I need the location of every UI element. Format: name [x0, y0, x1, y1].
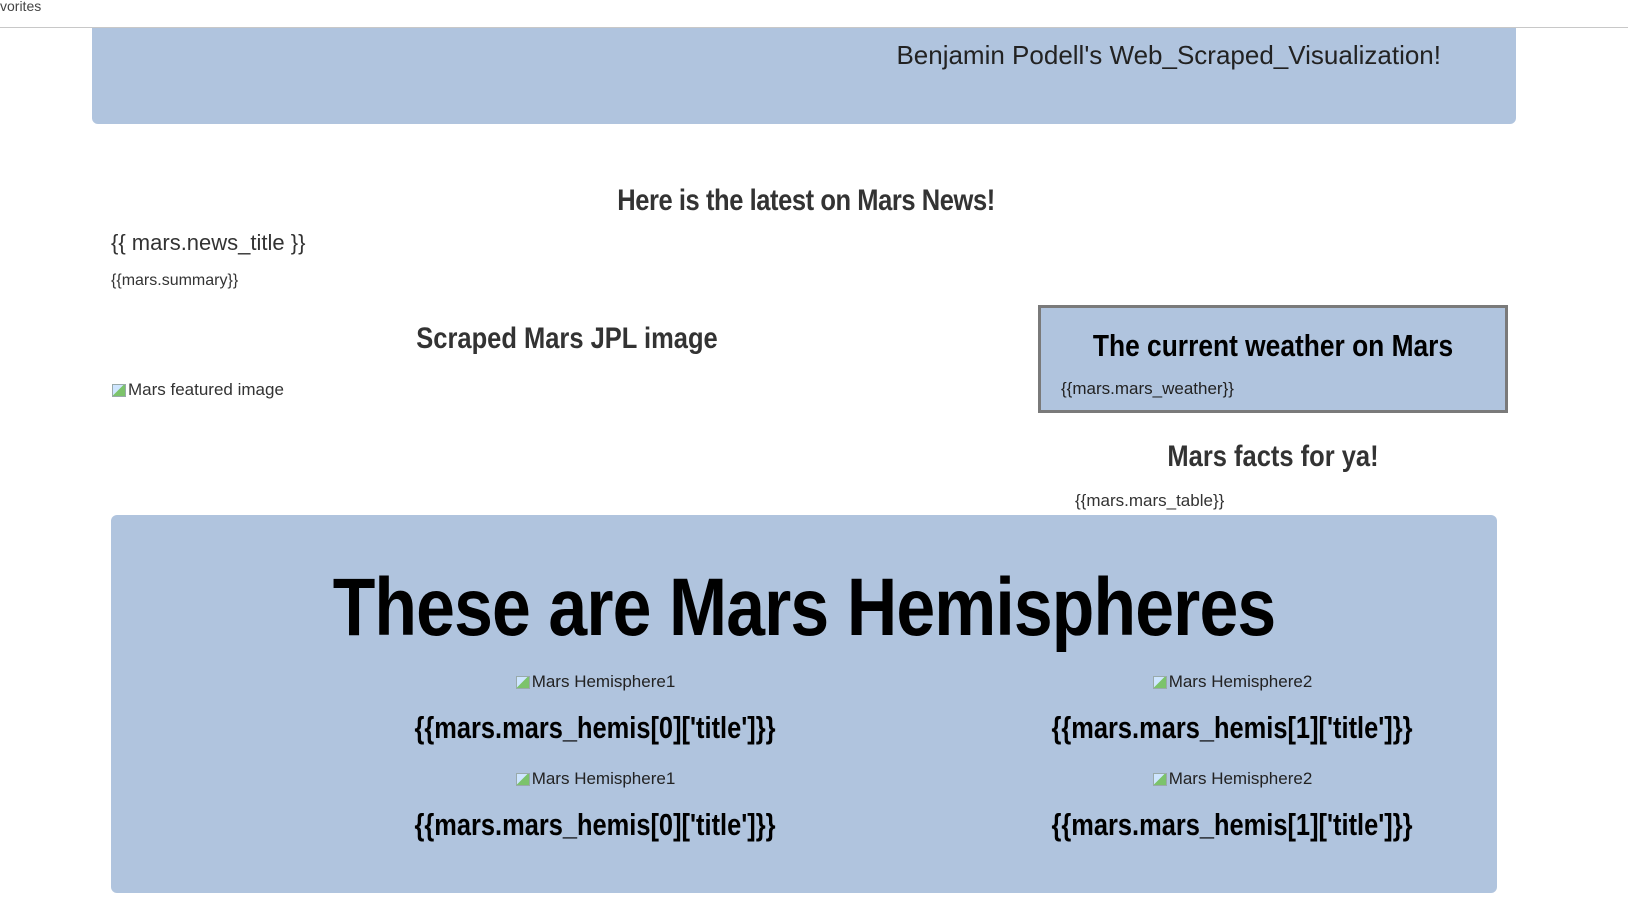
hemispheres-heading: These are Mars Hemispheres: [332, 562, 1276, 653]
facts-heading: Mars facts for ya!: [1167, 440, 1379, 473]
facts-table: {{mars.mars_table}}: [1075, 491, 1225, 510]
news-heading: Here is the latest on Mars News!: [617, 184, 995, 217]
hemisphere-card: Mars Hemisphere2 {{mars.mars_hemis[1]['t…: [972, 769, 1492, 842]
hemisphere-image: Mars Hemisphere2: [1152, 672, 1313, 692]
featured-image-alt: Mars featured image: [128, 380, 284, 399]
hemisphere-image: Mars Hemisphere2: [1152, 769, 1313, 789]
broken-image-icon: [1152, 674, 1168, 690]
hemisphere-image-alt: Mars Hemisphere1: [531, 672, 676, 691]
news-title: {{ mars.news_title }}: [111, 230, 306, 255]
hemisphere-image: Mars Hemisphere1: [515, 672, 676, 692]
news-summary: {{mars.summary}}: [111, 272, 239, 289]
favorites-bar: vorites: [0, 0, 1628, 28]
hemisphere-image: Mars Hemisphere1: [515, 769, 676, 789]
broken-image-icon: [515, 674, 531, 690]
weather-panel: The current weather on Mars {{mars.mars_…: [1038, 305, 1508, 413]
weather-heading: The current weather on Mars: [1092, 328, 1454, 363]
featured-image: Mars featured image: [111, 380, 284, 400]
favorites-bar-label[interactable]: vorites: [0, 0, 41, 14]
weather-text: {{mars.mars_weather}}: [1061, 379, 1234, 398]
hemisphere-title: {{mars.mars_hemis[0]['title']}}: [414, 807, 776, 842]
featured-image-heading: Scraped Mars JPL image: [416, 322, 718, 355]
hemisphere-image-alt: Mars Hemisphere2: [1168, 769, 1313, 788]
broken-image-icon: [515, 771, 531, 787]
header-jumbotron: Benjamin Podell's Web_Scraped_Visualizat…: [92, 28, 1516, 124]
hemisphere-card: Mars Hemisphere1 {{mars.mars_hemis[0]['t…: [335, 672, 855, 745]
hemisphere-title: {{mars.mars_hemis[1]['title']}}: [1051, 807, 1413, 842]
broken-image-icon: [1152, 771, 1168, 787]
hemisphere-title: {{mars.mars_hemis[1]['title']}}: [1051, 710, 1413, 745]
hemisphere-image-alt: Mars Hemisphere2: [1168, 672, 1313, 691]
hemispheres-panel: These are Mars Hemispheres Mars Hemisphe…: [111, 515, 1497, 893]
hemisphere-image-alt: Mars Hemisphere1: [531, 769, 676, 788]
hemisphere-title: {{mars.mars_hemis[0]['title']}}: [414, 710, 776, 745]
broken-image-icon: [111, 382, 127, 398]
hemisphere-card: Mars Hemisphere2 {{mars.mars_hemis[1]['t…: [972, 672, 1492, 745]
hemisphere-card: Mars Hemisphere1 {{mars.mars_hemis[0]['t…: [335, 769, 855, 842]
page-title: Benjamin Podell's Web_Scraped_Visualizat…: [896, 40, 1441, 70]
